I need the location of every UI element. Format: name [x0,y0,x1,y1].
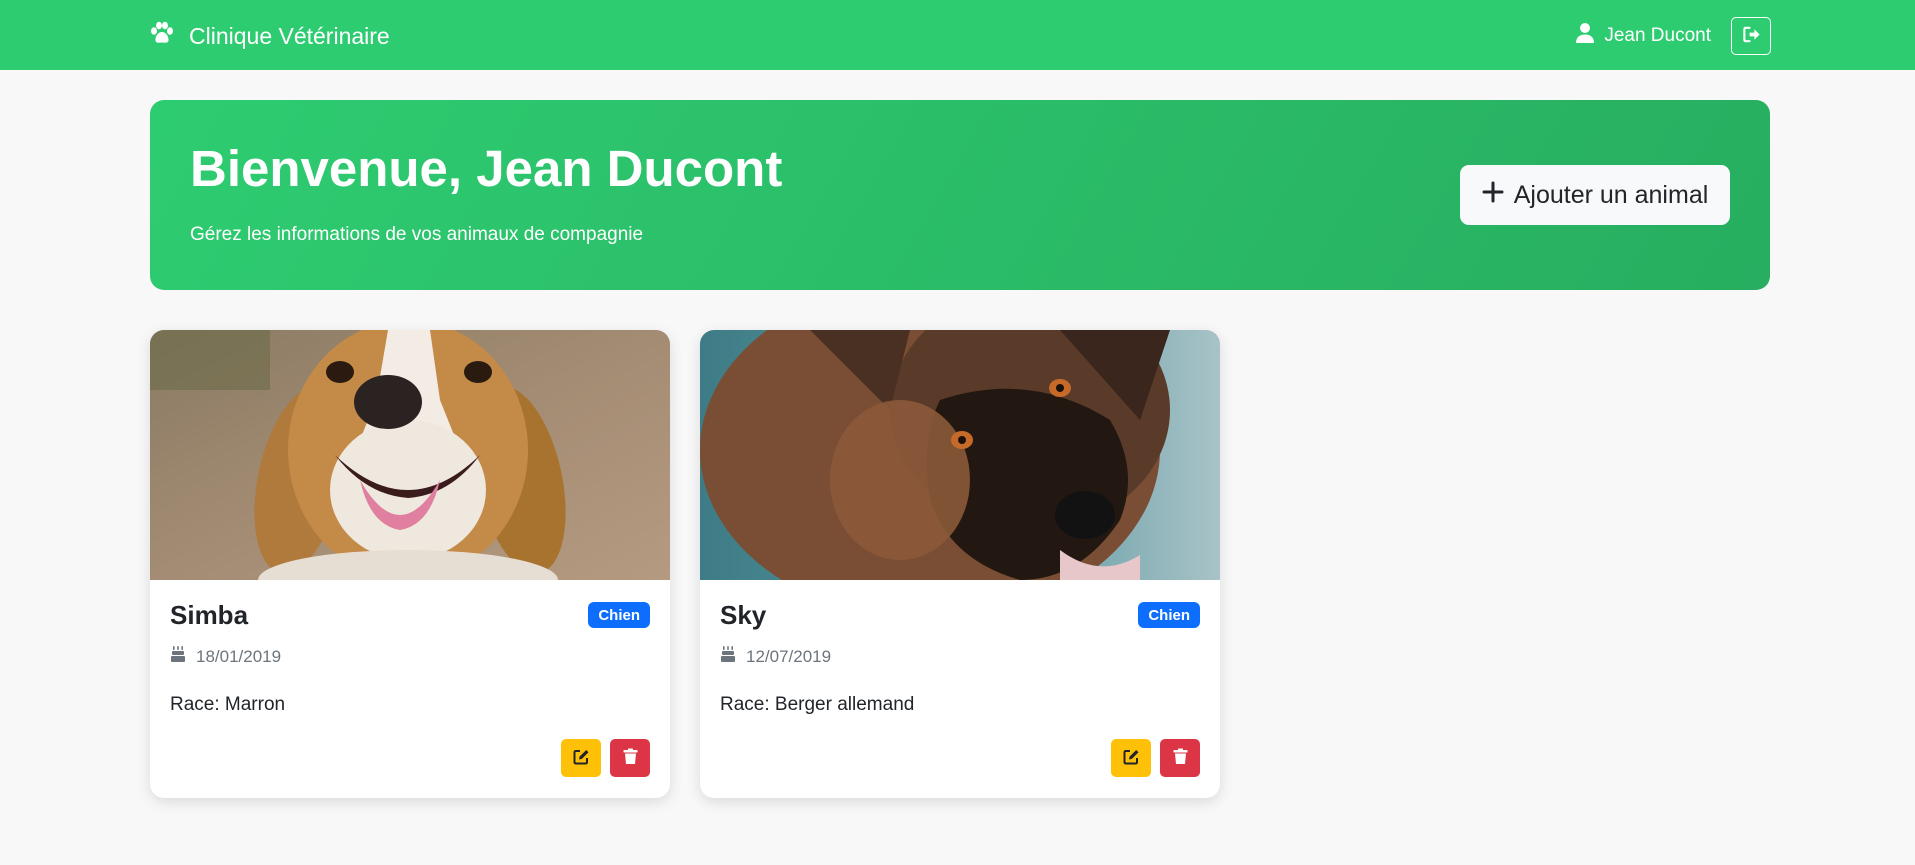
edit-icon [573,748,590,768]
brand-name: Clinique Vétérinaire [189,22,390,49]
card-actions [561,739,650,777]
pet-photo [150,330,670,580]
trash-icon [1172,748,1189,768]
sign-out-icon [1742,25,1761,47]
card-actions [1111,739,1200,777]
paw-icon [149,20,175,52]
pet-photo [700,330,1220,580]
user-menu[interactable]: Jean Ducont [1575,22,1711,50]
brand-link[interactable]: Clinique Vétérinaire [149,20,390,52]
add-animal-label: Ajouter un animal [1513,180,1709,209]
pet-name: Simba [170,600,249,630]
edit-icon [1123,748,1140,768]
welcome-subtitle: Gérez les informations de vos animaux de… [190,224,644,245]
user-area: Jean Ducont [1575,16,1771,56]
pet-race: Race: Marron [170,694,286,715]
add-animal-button[interactable]: Ajouter un animal [1460,165,1730,225]
logout-button[interactable] [1731,17,1771,55]
welcome-banner: Bienvenue, Jean Ducont Gérez les informa… [150,100,1770,290]
birthdate-row: 12/07/2019 [720,646,831,668]
plus-icon [1482,181,1504,210]
species-badge: Chien [588,602,650,628]
birthday-cake-icon [720,646,736,668]
user-icon [1575,22,1595,50]
pet-card-sky: Sky Chien 12/07/2019 Race: Berger allema… [700,330,1220,798]
birthdate-value: 12/07/2019 [746,647,832,666]
top-navbar: Clinique Vétérinaire Jean Ducont [0,0,1915,70]
pet-card-simba: Simba Chien 18/01/2019 Race: Marron [150,330,670,798]
trash-icon [622,748,639,768]
user-name: Jean Ducont [1604,25,1711,46]
edit-button[interactable] [1111,739,1151,777]
birthdate-value: 18/01/2019 [196,647,282,666]
welcome-title: Bienvenue, Jean Ducont [190,140,783,197]
species-badge: Chien [1138,602,1200,628]
birthdate-row: 18/01/2019 [170,646,281,668]
pet-name: Sky [720,600,767,630]
delete-button[interactable] [610,739,650,777]
birthday-cake-icon [170,646,186,668]
edit-button[interactable] [561,739,601,777]
delete-button[interactable] [1160,739,1200,777]
pet-race: Race: Berger allemand [720,694,915,715]
